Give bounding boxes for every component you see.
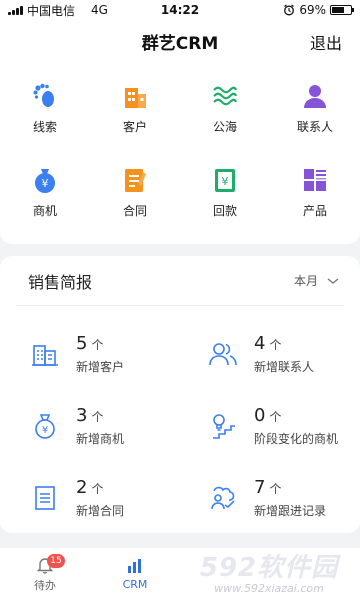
stat-unit: 个 <box>269 338 282 352</box>
period-label: 本月 <box>293 274 318 288</box>
battery-icon <box>330 5 354 15</box>
svg-text:¥: ¥ <box>42 425 48 436</box>
menu-label: 商机 <box>32 204 57 218</box>
stat-value: 3 <box>76 405 88 426</box>
menu-label: 回款 <box>212 204 237 218</box>
stat-new-customers[interactable]: 5 个 新增客户 <box>0 318 180 390</box>
stat-value: 2 <box>76 477 88 498</box>
stat-unit: 个 <box>91 338 104 352</box>
stat-value: 7 <box>254 477 266 498</box>
svg-text:¥: ¥ <box>222 175 229 188</box>
network-type: 4G <box>91 3 108 17</box>
stat-unit: 个 <box>91 482 104 496</box>
svg-text:¥: ¥ <box>42 177 49 190</box>
watermark-title: 592软件园 <box>199 552 339 583</box>
carrier-name: 中国电信 <box>27 3 76 18</box>
menu-label: 产品 <box>302 204 327 218</box>
document-icon <box>30 483 60 513</box>
period-selector[interactable]: 本月 <box>294 272 340 289</box>
menu-item-public-pool[interactable]: 公海 <box>180 82 270 166</box>
logout-button[interactable]: 退出 <box>310 30 342 54</box>
stat-label: 阶段变化的商机 <box>254 432 339 446</box>
menu-item-opportunities[interactable]: ¥ 商机 <box>0 166 90 250</box>
menu-label: 线索 <box>32 120 57 134</box>
stat-value: 5 <box>76 333 88 354</box>
money-bag-icon: ¥ <box>31 166 59 194</box>
nav-bar: 群艺CRM 退出 <box>0 20 360 62</box>
sales-brief-stats: 5 个 新增客户 4 个 新增联系人 ¥ 3 个 新增商机 0 个 阶段变化的商… <box>0 306 360 534</box>
todo-badge: 15 <box>47 554 65 568</box>
stat-value: 0 <box>254 405 266 426</box>
menu-label: 联系人 <box>296 120 333 134</box>
stat-unit: 个 <box>91 410 104 424</box>
followup-icon <box>208 483 238 513</box>
menu-label: 公海 <box>212 120 237 134</box>
sales-brief-title: 销售简报 <box>28 272 93 292</box>
chevron-down-icon <box>327 277 339 284</box>
stat-label: 新增商机 <box>76 432 125 446</box>
watermark-url: www.592xiazai.com <box>214 581 324 595</box>
status-bar: 中国电信 4G 14:22 69% <box>0 0 360 20</box>
menu-label: 客户 <box>122 120 147 134</box>
stat-value: 4 <box>254 333 266 354</box>
status-right: 69% <box>232 3 354 17</box>
stat-unit: 个 <box>269 482 282 496</box>
sales-brief-card: 销售简报 本月 5 个 新增客户 4 个 新增联系人 ¥ 3 个 新增商机 0 … <box>0 256 360 533</box>
footprint-icon <box>31 82 59 110</box>
stat-label: 新增联系人 <box>254 360 315 374</box>
stat-label: 新增合同 <box>76 504 125 518</box>
alarm-icon <box>284 4 295 16</box>
signal-icon <box>8 5 23 15</box>
tab-label: 待办 <box>34 578 56 592</box>
person-icon <box>301 82 329 110</box>
tab-label: CRM <box>122 578 148 591</box>
menu-item-leads[interactable]: 线索 <box>0 82 90 166</box>
menu-item-contracts[interactable]: 合同 <box>90 166 180 250</box>
battery-level <box>332 7 345 13</box>
menu-item-contacts[interactable]: 联系人 <box>270 82 360 166</box>
tab-todo[interactable]: 15 待办 <box>0 548 90 600</box>
page-title: 群艺CRM <box>141 33 219 54</box>
product-grid-icon <box>301 166 329 194</box>
waves-icon <box>211 82 239 110</box>
stat-label: 新增跟进记录 <box>254 504 327 518</box>
menu-label: 合同 <box>122 204 147 218</box>
bar-chart-icon <box>128 559 141 573</box>
sales-brief-header: 销售简报 本月 <box>16 256 344 306</box>
menu-item-products[interactable]: 产品 <box>270 166 360 250</box>
menu-item-customers[interactable]: 客户 <box>90 82 180 166</box>
stat-new-contacts[interactable]: 4 个 新增联系人 <box>180 318 360 390</box>
stat-new-followups[interactable]: 7 个 新增跟进记录 <box>180 462 360 534</box>
stat-new-contracts[interactable]: 2 个 新增合同 <box>0 462 180 534</box>
stat-label: 新增客户 <box>76 360 125 374</box>
contract-icon <box>121 166 149 194</box>
stat-new-opportunities[interactable]: ¥ 3 个 新增商机 <box>0 390 180 462</box>
tab-crm[interactable]: CRM <box>90 548 180 600</box>
building-outline-icon <box>30 339 60 369</box>
menu-item-payments[interactable]: ¥ 回款 <box>180 166 270 250</box>
contacts-icon <box>208 339 238 369</box>
payment-icon: ¥ <box>211 166 239 194</box>
bulb-stairs-icon <box>208 411 238 441</box>
stat-unit: 个 <box>269 410 282 424</box>
status-left: 中国电信 4G <box>8 2 128 19</box>
status-time: 14:22 <box>160 3 200 17</box>
battery-percent: 69% <box>299 3 326 17</box>
watermark: 592软件园 www.592xiazai.com <box>178 548 360 600</box>
stat-stage-changed[interactable]: 0 个 阶段变化的商机 <box>180 390 360 462</box>
quick-menu: 线索 客户 公海 联系人 ¥ 商机 合同 ¥ 回款 产品 <box>0 62 360 244</box>
building-icon <box>121 82 149 110</box>
money-bag-outline-icon: ¥ <box>30 411 60 441</box>
